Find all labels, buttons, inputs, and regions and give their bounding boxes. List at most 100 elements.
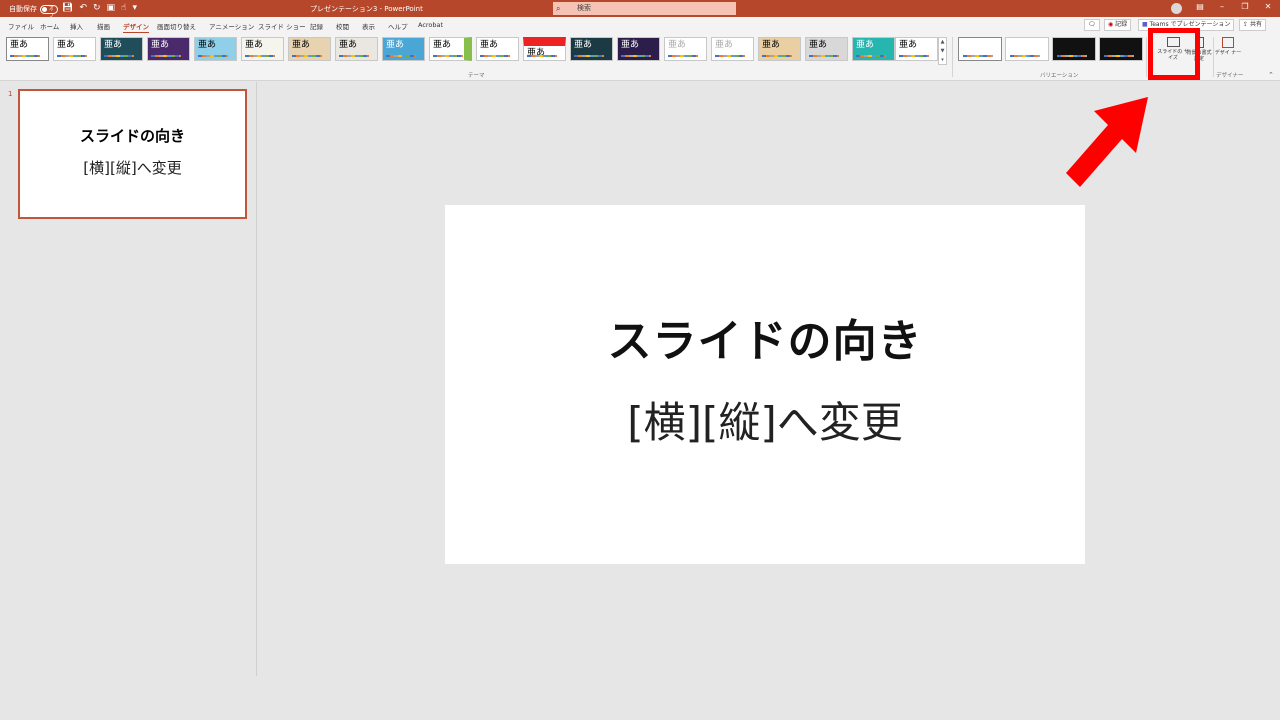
theme-sample: 亜あ [245,40,264,50]
tab-transitions[interactable]: 画面切り替え [157,21,196,31]
record-dot-icon: ◉ [1108,21,1114,28]
theme-swatch [292,55,322,57]
tab-design[interactable]: デザイン [123,21,149,34]
share-label: 共有 [1249,21,1262,28]
slide-title[interactable]: スライドの向き [445,305,1085,369]
theme-item[interactable]: 亜あ [288,37,331,61]
tab-home[interactable]: ホーム [40,21,59,31]
theme-item[interactable]: 亜あ [523,37,566,61]
tab-help[interactable]: ヘルプ [388,21,408,31]
teams-label: Teams でプレゼンテーション [1149,21,1231,28]
variant-item[interactable] [958,37,1002,61]
variant-item[interactable] [1099,37,1143,61]
search-placeholder: 検索 [577,4,591,12]
highlight-box [1148,28,1200,80]
avatar[interactable] [1171,3,1182,14]
slide-number: 1 [8,90,13,98]
ribbon: 亜あ 亜あ 亜あ 亜あ 亜あ 亜あ 亜あ 亜あ 亜あ 亜あ 亜あ 亜あ 亜あ 亜… [0,33,1280,81]
autosave-toggle[interactable]: オフ [40,4,58,19]
ribbon-tabs: ファイル ホーム 挿入 描画 デザイン 画面切り替え アニメーション スライド … [0,17,1280,34]
theme-swatch [621,55,651,57]
undo-icon[interactable]: ↶ [79,2,87,14]
theme-item[interactable]: 亜あ [429,37,472,61]
group-separator [952,37,953,77]
present-icon[interactable]: ▣ [107,2,116,14]
record-button[interactable]: ◉ 記録 [1104,19,1132,31]
variant-item[interactable] [1005,37,1049,61]
comment-icon[interactable]: 🗨︎ [1084,19,1100,31]
ribbon-display-icon[interactable]: ▤ [1190,2,1210,11]
designer-button[interactable]: デザイ ナー [1214,35,1242,71]
tab-animations[interactable]: アニメーション [209,21,254,31]
search-input[interactable]: ⌕ 検索 [553,2,736,15]
document-title: プレゼンテーション3 - PowerPoint [310,5,423,13]
theme-item[interactable]: 亜あ [570,37,613,61]
variant-swatch [1010,55,1040,57]
tab-acrobat[interactable]: Acrobat [418,21,443,29]
theme-item[interactable]: 亜あ [53,37,96,61]
tab-record[interactable]: 記録 [310,21,323,31]
theme-sample: 亜あ [386,40,405,50]
variant-swatch [1057,55,1087,57]
touch-mode-icon[interactable]: ☝︎ [121,2,126,14]
theme-gallery-scroll[interactable]: ▲ ▼ ▾ [938,37,947,65]
theme-office[interactable]: 亜あ [6,37,49,61]
tab-view[interactable]: 表示 [362,21,375,31]
tab-insert[interactable]: 挿入 [70,21,83,31]
theme-swatch [10,55,40,57]
designer-group-label: デザイナー [1216,73,1244,79]
tab-file[interactable]: ファイル [8,21,34,31]
theme-swatch [198,55,228,57]
theme-sample: 亜あ [57,40,76,50]
autosave-label: 自動保存 [9,5,37,13]
theme-item[interactable]: 亜あ [335,37,378,61]
themes-group-label: テーマ [468,73,485,79]
theme-sample: 亜あ [668,40,687,50]
theme-item[interactable]: 亜あ [758,37,801,61]
theme-item[interactable]: 亜あ [382,37,425,61]
restore-icon[interactable]: ❐ [1235,2,1255,11]
theme-swatch [57,55,87,57]
slide-subtitle[interactable]: [横][縦]へ変更 [445,389,1085,450]
variants-group-label: バリエーション [1040,73,1079,79]
theme-item[interactable]: 亜あ [852,37,895,61]
save-icon[interactable]: 💾︎ [62,2,73,14]
tab-slideshow[interactable]: スライド ショー [258,21,306,31]
slide-canvas[interactable]: スライドの向き [横][縦]へ変更 [445,205,1085,564]
slide-thumbnail[interactable]: スライドの向き [横][縦]へ変更 [18,89,247,219]
theme-item[interactable]: 亜あ [194,37,237,61]
theme-item[interactable]: 亜あ [617,37,660,61]
powerpoint-window: 自動保存 オフ 💾︎ ↶ ↻ ▣ ☝︎ ▾ プレゼンテーション3 - Power… [0,0,1280,720]
autosave[interactable]: 自動保存 オフ [9,4,58,19]
designer-label: デザイ ナー [1214,50,1242,56]
share-button[interactable]: ⇪ 共有 [1239,19,1266,31]
thumbnail-title: スライドの向き [79,127,185,145]
customize-icon[interactable]: ▾ [133,2,138,14]
theme-swatch [104,55,134,57]
theme-item[interactable]: 亜あ [895,37,938,61]
share-icon: ⇪ [1243,21,1249,28]
redo-icon[interactable]: ↻ [93,2,101,14]
close-icon[interactable]: ✕ [1258,2,1278,11]
theme-swatch [527,55,557,57]
theme-swatch [856,55,886,57]
theme-item[interactable]: 亜あ [100,37,143,61]
theme-swatch [668,55,698,57]
theme-item[interactable]: 亜あ [476,37,519,61]
theme-item[interactable]: 亜あ [805,37,848,61]
minimize-icon[interactable]: – [1212,2,1232,11]
collapse-ribbon-icon[interactable]: ⌃ [1268,71,1274,79]
theme-item[interactable]: 亜あ [664,37,707,61]
theme-sample: 亜あ [292,40,311,50]
variant-swatch [1104,55,1134,57]
tab-draw[interactable]: 描画 [97,21,110,31]
theme-item[interactable]: 亜あ [711,37,754,61]
theme-sample: 亜あ [480,40,499,50]
theme-sample: 亜あ [621,40,640,50]
theme-item[interactable]: 亜あ [241,37,284,61]
theme-item[interactable]: 亜あ [147,37,190,61]
tab-review[interactable]: 校閲 [336,21,349,31]
variant-item[interactable] [1052,37,1096,61]
theme-sample: 亜あ [809,40,828,50]
designer-icon [1222,37,1234,48]
